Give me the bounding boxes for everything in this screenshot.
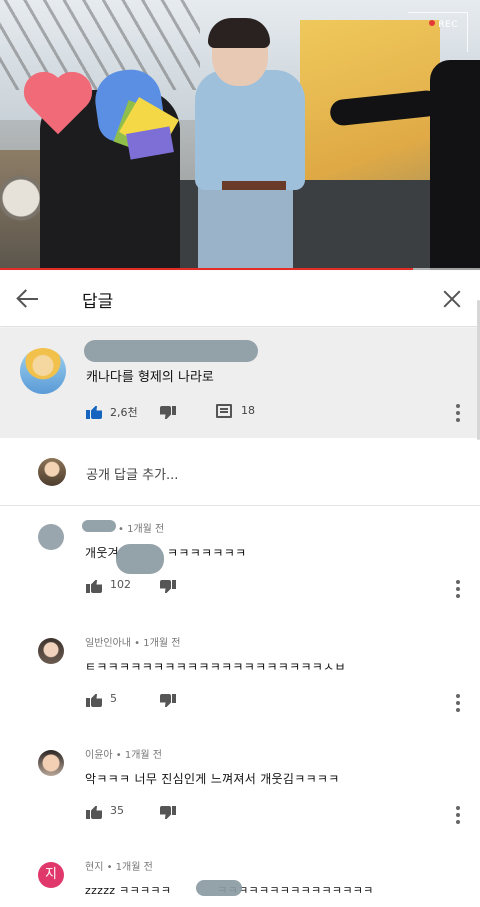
list-item: • 1개월 전 개웃겨 ㅋㅋㅋㅋㅋㅋㅋ 102 xyxy=(0,508,480,620)
reply-count: 18 xyxy=(241,404,255,417)
rec-dot-icon xyxy=(429,20,436,26)
performer-center-legs xyxy=(198,185,293,270)
comment-icon xyxy=(216,404,232,418)
original-comment: 캐나다를 형제의 나라로 2,6천 18 xyxy=(0,328,480,438)
add-reply-row[interactable]: 공개 답글 추가... xyxy=(0,440,480,506)
reply-author[interactable]: 현지 • 1개월 전 xyxy=(85,858,153,873)
performer-right xyxy=(430,60,480,270)
reply-text: 개웃겨 ㅋㅋㅋㅋㅋㅋㅋ xyxy=(85,544,246,561)
reply-text: 악ㅋㅋㅋ 너무 진심인게 느껴져서 개웃김ㅋㅋㅋㅋ xyxy=(85,772,340,786)
list-item: 지 현지 • 1개월 전 zzzzz ㅋㅋㅋㅋㅋ ㅋㅋㅋㅋㅋㅋㅋㅋㅋㅋㅋㅋㅋㅋㅋ xyxy=(0,846,480,907)
redaction-scribble xyxy=(196,880,242,896)
avatar[interactable] xyxy=(38,524,64,550)
arrow-left-icon[interactable] xyxy=(14,285,42,313)
redaction-scribble xyxy=(116,544,164,574)
thumbs-down-icon[interactable] xyxy=(160,806,176,821)
rec-label: REC xyxy=(438,20,458,30)
avatar[interactable]: 지 xyxy=(38,862,64,888)
reply-text-head: 개웃겨 xyxy=(85,546,120,560)
like-count: 102 xyxy=(110,578,131,591)
rec-indicator: REC xyxy=(429,20,458,30)
reply-author[interactable]: 일반인아내 • 1개월 전 xyxy=(85,634,180,649)
reply-author[interactable]: • 1개월 전 xyxy=(118,520,164,535)
page-title: 답글 xyxy=(82,292,114,312)
comment-text: 캐나다를 형제의 나라로 xyxy=(86,370,214,385)
redaction-scribble xyxy=(84,340,258,362)
avatar[interactable] xyxy=(20,348,66,394)
video-player[interactable]: REC xyxy=(0,0,480,270)
performer-center xyxy=(195,70,305,190)
reply-text: ㅌㅋㅋㅋㅋㅋㅋㅋㅋㅋㅋㅋㅋㅋㅋㅋㅋㅋㅋㅋㅋㅅㅂ xyxy=(85,660,346,674)
performer-center-hair xyxy=(208,18,270,48)
more-vert-icon[interactable] xyxy=(456,580,460,598)
thumbs-up-icon[interactable] xyxy=(86,692,102,707)
performer-center-belt xyxy=(222,181,286,190)
video-progress-bar[interactable] xyxy=(0,268,480,270)
redaction-scribble xyxy=(82,520,116,532)
avatar[interactable] xyxy=(38,638,64,664)
thumbs-up-icon[interactable] xyxy=(86,804,102,819)
add-reply-input[interactable]: 공개 답글 추가... xyxy=(86,464,178,483)
more-vert-icon[interactable] xyxy=(456,806,460,824)
avatar[interactable] xyxy=(38,750,64,776)
thumbs-up-icon xyxy=(86,404,102,419)
more-vert-icon[interactable] xyxy=(456,694,460,712)
avatar xyxy=(38,458,66,486)
thumbs-up-icon[interactable] xyxy=(86,578,102,593)
more-vert-icon[interactable] xyxy=(456,404,460,422)
reply-author[interactable]: 이윤아 • 1개월 전 xyxy=(85,746,162,761)
like-count: 5 xyxy=(110,692,117,705)
thumbs-down-icon[interactable] xyxy=(160,694,176,709)
replies-header: 답글 xyxy=(0,271,480,327)
reply-text-head: zzzzz ㅋㅋㅋㅋㅋ xyxy=(85,884,172,897)
like-count: 35 xyxy=(110,804,124,817)
list-item: 이윤아 • 1개월 전 악ㅋㅋㅋ 너무 진심인게 느껴져서 개웃김ㅋㅋㅋㅋ 35 xyxy=(0,734,480,846)
like-count: 2,6천 xyxy=(110,406,138,419)
reply-text-tail: ㅋㅋㅋㅋㅋㅋㅋ xyxy=(167,546,247,560)
video-progress-fill xyxy=(0,268,413,270)
close-icon[interactable] xyxy=(438,285,466,313)
thumbs-down-icon xyxy=(160,406,176,421)
rec-frame xyxy=(408,12,468,52)
list-item: 일반인아내 • 1개월 전 ㅌㅋㅋㅋㅋㅋㅋㅋㅋㅋㅋㅋㅋㅋㅋㅋㅋㅋㅋㅋㅋㅅㅂ 5 xyxy=(0,622,480,734)
thumbs-down-icon[interactable] xyxy=(160,580,176,595)
